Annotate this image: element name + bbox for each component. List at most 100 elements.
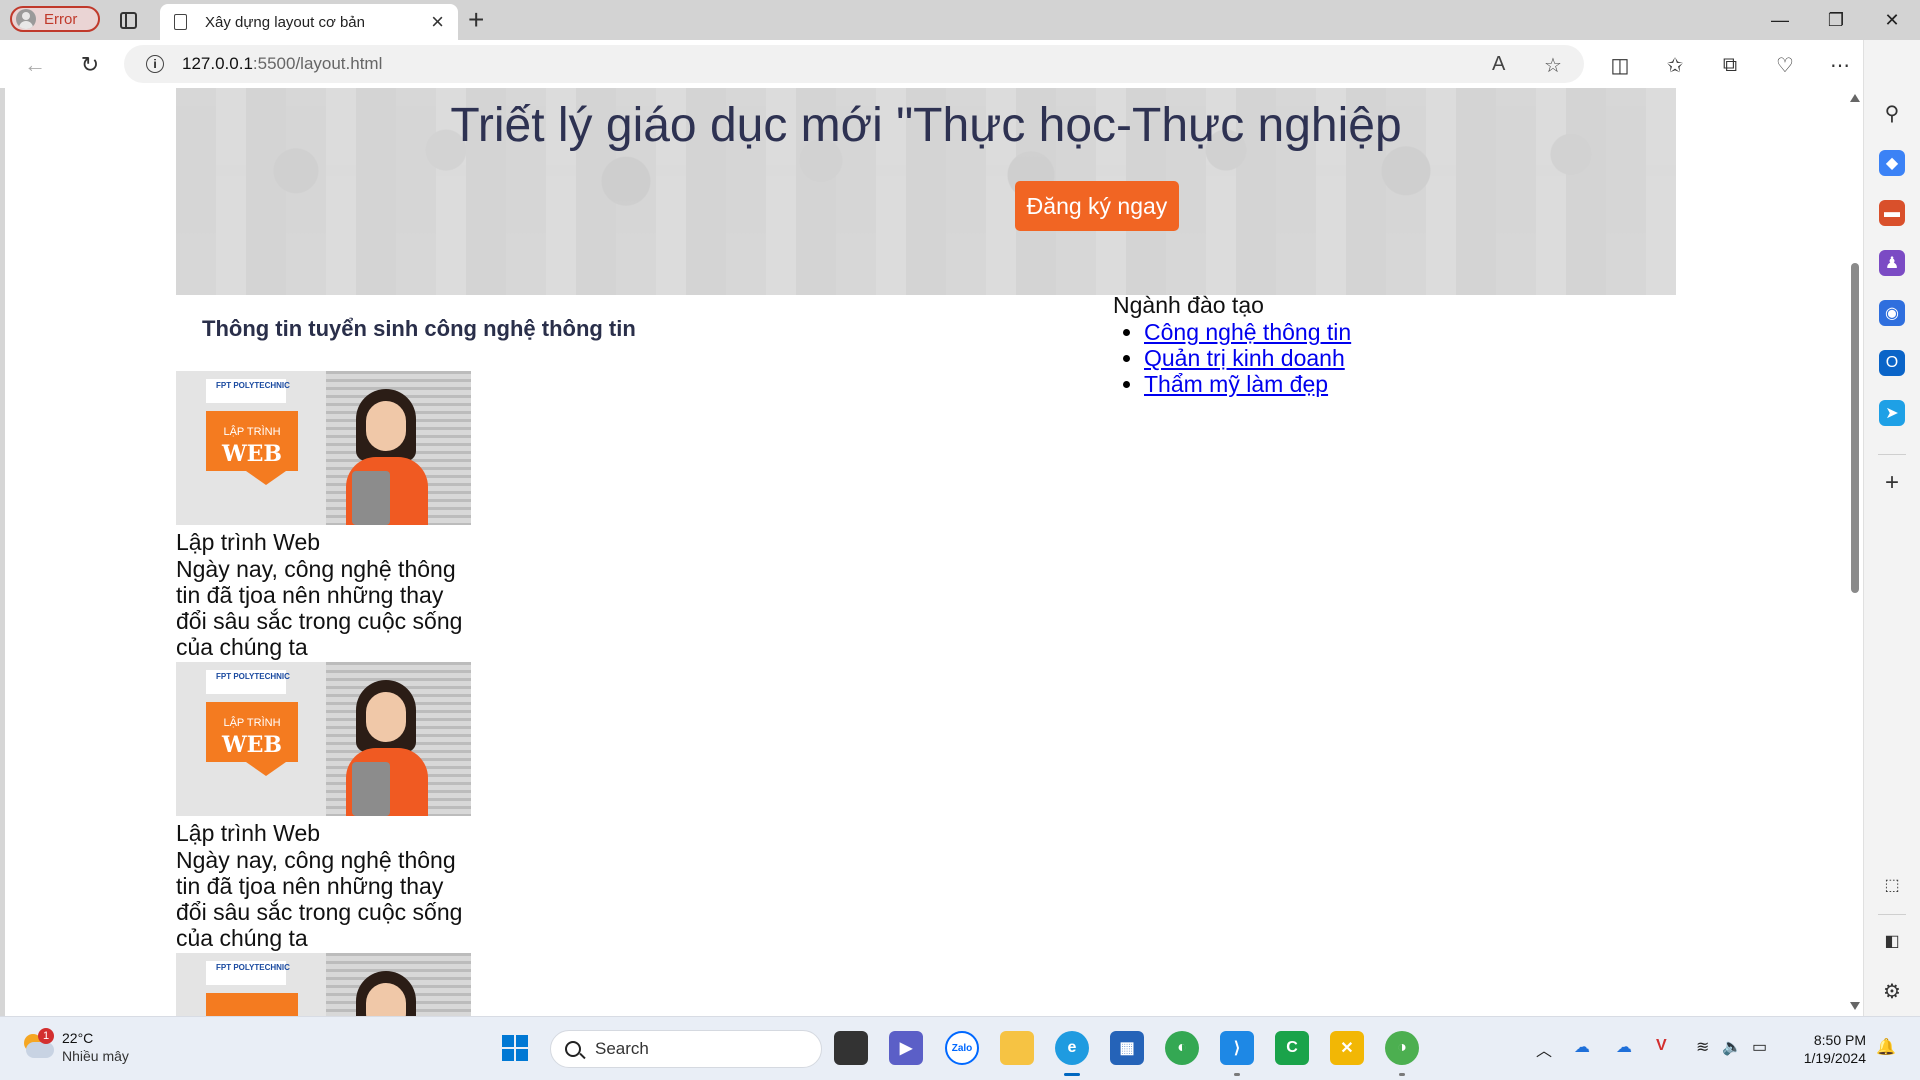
- course-title: Lập trình Web: [176, 820, 321, 846]
- tab-active[interactable]: Xây dựng layout cơ bản ×: [160, 4, 458, 40]
- fpt-logo: FPT POLYTECHNIC: [216, 963, 290, 972]
- site-info-icon[interactable]: i: [146, 55, 164, 73]
- course-card: FPT POLYTECHNIC LẬP TRÌNH WEB Lập trình …: [176, 662, 476, 951]
- program-link-business[interactable]: Quản trị kinh doanh: [1144, 345, 1345, 371]
- split-screen-icon[interactable]: ◫: [1605, 50, 1635, 80]
- refresh-button[interactable]: ↻: [75, 50, 105, 80]
- course-image: FPT POLYTECHNIC: [176, 953, 471, 1016]
- weather-widget[interactable]: 1 22°C Nhiều mây: [22, 1028, 129, 1065]
- wifi-icon[interactable]: ≋: [1696, 1037, 1709, 1057]
- edge-sidebar: ⚲ ◆ ▬ ♟ ◉ O ➤ + ⬚ ◧ ⚙: [1863, 40, 1920, 1016]
- tab-actions-icon: [119, 11, 137, 29]
- url-host: 127.0.0.1: [182, 54, 253, 73]
- list-item: Quản trị kinh doanh: [1144, 345, 1351, 371]
- course-description: Ngày nay, công nghệ thông tin đã tjoa nê…: [176, 556, 463, 660]
- sidebar-settings-icon[interactable]: ⚙: [1879, 978, 1905, 1004]
- course-title: Lập trình Web: [176, 529, 321, 555]
- profile-button[interactable]: Error: [10, 6, 100, 32]
- teams-icon[interactable]: ▶: [889, 1031, 923, 1065]
- address-bar[interactable]: i 127.0.0.1:5500/layout.html A ☆: [124, 45, 1584, 83]
- section-title: Thông tin tuyển sinh công nghệ thông tin: [202, 316, 636, 341]
- weather-notification-badge: 1: [38, 1028, 54, 1044]
- more-menu-icon[interactable]: ⋯: [1825, 50, 1855, 80]
- programs-sidebar: Ngành đào tạo Công nghệ thông tin Quản t…: [1113, 292, 1351, 397]
- task-view-icon[interactable]: [834, 1031, 868, 1065]
- page-scrollbar[interactable]: [1847, 88, 1863, 1016]
- battery-icon[interactable]: ▭: [1752, 1037, 1767, 1057]
- screenshot-icon[interactable]: ⬚: [1879, 872, 1905, 898]
- show-hidden-icons[interactable]: ︿: [1536, 1037, 1552, 1061]
- search-placeholder: Search: [595, 1039, 649, 1058]
- browser-toolbar: ← ↻ i 127.0.0.1:5500/layout.html A ☆ ◫ ✩…: [0, 40, 1920, 88]
- browser-app-icon[interactable]: ◑: [1385, 1031, 1419, 1065]
- clock-date: 1/19/2024: [1803, 1050, 1866, 1066]
- program-link-beauty[interactable]: Thẩm mỹ làm đẹp: [1144, 371, 1328, 397]
- add-sidebar-app-icon[interactable]: +: [1879, 469, 1905, 496]
- page-viewport: Triết lý giáo dục mới "Thực học-Thực ngh…: [5, 88, 1847, 1016]
- fpt-logo: FPT POLYTECHNIC: [216, 381, 290, 390]
- close-window-button[interactable]: ✕: [1864, 0, 1920, 40]
- minimize-button[interactable]: —: [1752, 0, 1808, 40]
- drop-icon[interactable]: ➤: [1879, 400, 1905, 426]
- hero-title: Triết lý giáo dục mới "Thực học-Thực ngh…: [450, 99, 1402, 152]
- back-button[interactable]: ←: [20, 50, 50, 80]
- app-icon-x[interactable]: ✕: [1330, 1031, 1364, 1065]
- tab-title: Xây dựng layout cơ bản: [205, 13, 365, 31]
- tab-close-icon[interactable]: ×: [431, 9, 444, 35]
- weather-cloudy-icon: 1: [22, 1028, 54, 1060]
- course-card: FPT POLYTECHNIC LẬP TRÌNH WEB Lập trình …: [176, 371, 476, 660]
- browser-essentials-icon[interactable]: ♡: [1770, 50, 1800, 80]
- scroll-thumb[interactable]: [1851, 263, 1859, 593]
- shopping-icon[interactable]: ◆: [1879, 150, 1905, 176]
- taskbar-search[interactable]: Search: [550, 1030, 822, 1068]
- file-explorer-icon[interactable]: [1000, 1031, 1034, 1065]
- list-item: Công nghệ thông tin: [1144, 319, 1351, 345]
- hero-banner: Triết lý giáo dục mới "Thực học-Thực ngh…: [176, 88, 1676, 295]
- games-icon[interactable]: ♟: [1879, 250, 1905, 276]
- microsoft-365-icon[interactable]: ◉: [1879, 300, 1905, 326]
- programs-list: Công nghệ thông tin Quản trị kinh doanh …: [1113, 319, 1351, 397]
- weather-temperature: 22°C: [62, 1030, 94, 1046]
- register-now-button[interactable]: Đăng ký ngay: [1015, 181, 1179, 231]
- system-clock[interactable]: 8:50 PM 1/19/2024: [1796, 1031, 1866, 1067]
- scroll-down-arrow[interactable]: [1850, 1002, 1860, 1010]
- course-card: FPT POLYTECHNIC: [176, 953, 476, 1016]
- maximize-button[interactable]: ❐: [1808, 0, 1864, 40]
- volume-icon[interactable]: 🔈: [1722, 1037, 1742, 1057]
- camtasia-icon[interactable]: C: [1275, 1031, 1309, 1065]
- notification-bell-icon[interactable]: 🔔: [1876, 1037, 1896, 1057]
- course-description: Ngày nay, công nghệ thông tin đã tjoa nê…: [176, 847, 463, 951]
- read-aloud-icon[interactable]: A: [1492, 53, 1505, 76]
- edge-icon[interactable]: e: [1055, 1031, 1089, 1065]
- clock-time: 8:50 PM: [1813, 1032, 1866, 1048]
- outlook-icon[interactable]: O: [1879, 350, 1905, 376]
- coccoc-icon[interactable]: ◐: [1165, 1031, 1199, 1065]
- fpt-logo: FPT POLYTECHNIC: [216, 672, 290, 681]
- vietkey-icon[interactable]: V: [1656, 1037, 1667, 1055]
- page-icon: [174, 14, 187, 30]
- url-path: :5500/layout.html: [252, 54, 383, 73]
- weather-description: Nhiều mây: [62, 1048, 129, 1064]
- onedrive-personal-icon[interactable]: ☁: [1616, 1037, 1632, 1057]
- start-button[interactable]: [498, 1031, 532, 1065]
- course-image: FPT POLYTECHNIC LẬP TRÌNH WEB: [176, 371, 471, 525]
- list-item: Thẩm mỹ làm đẹp: [1144, 371, 1351, 397]
- favorites-icon[interactable]: ✩: [1660, 50, 1690, 80]
- sidebar-search-icon[interactable]: ⚲: [1879, 100, 1905, 126]
- browser-tab-strip: Error Xây dựng layout cơ bản × + — ❐ ✕: [0, 0, 1920, 40]
- scroll-up-arrow[interactable]: [1850, 94, 1860, 102]
- program-link-it[interactable]: Công nghệ thông tin: [1144, 319, 1351, 345]
- onedrive-icon[interactable]: ☁: [1574, 1037, 1590, 1057]
- zalo-icon[interactable]: Zalo: [945, 1031, 979, 1065]
- course-image: FPT POLYTECHNIC LẬP TRÌNH WEB: [176, 662, 471, 816]
- profile-status-label: Error: [44, 10, 78, 28]
- microsoft-store-icon[interactable]: ▦: [1110, 1031, 1144, 1065]
- favorite-star-icon[interactable]: ☆: [1544, 53, 1562, 78]
- tools-icon[interactable]: ▬: [1879, 200, 1905, 226]
- programs-title: Ngành đào tạo: [1113, 292, 1264, 318]
- collections-icon[interactable]: ⧉: [1715, 50, 1745, 80]
- hide-sidebar-icon[interactable]: ◧: [1879, 928, 1905, 954]
- new-tab-button[interactable]: +: [468, 4, 484, 36]
- vscode-icon[interactable]: ⟩: [1220, 1031, 1254, 1065]
- tab-actions-button[interactable]: [116, 8, 140, 32]
